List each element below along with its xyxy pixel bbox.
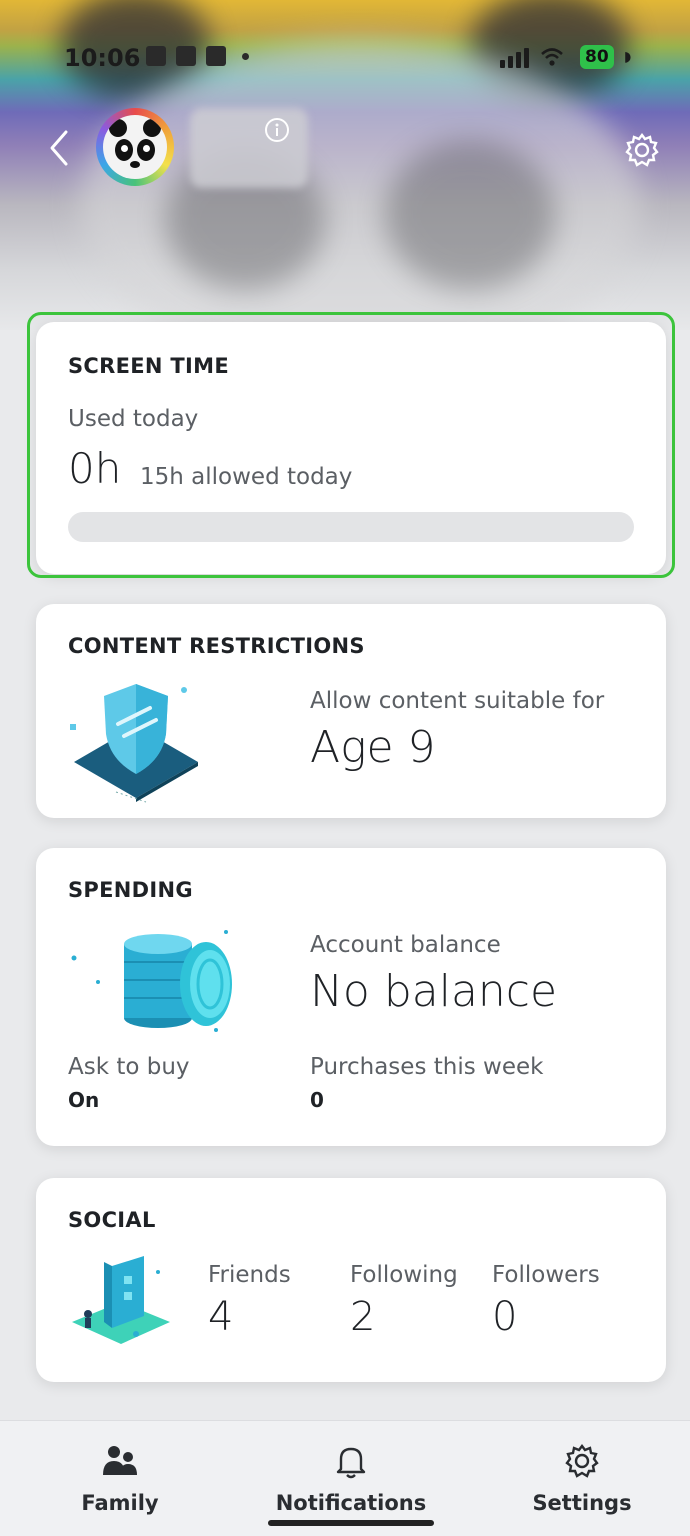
nav-item-notifications[interactable]: Notifications xyxy=(270,1441,432,1515)
more-dot-icon xyxy=(242,52,249,60)
family-icon xyxy=(103,1446,137,1475)
purchases-week-label: Purchases this week xyxy=(310,1054,544,1080)
account-balance-label: Account balance xyxy=(310,932,501,958)
coins-illustration xyxy=(71,930,232,1032)
profile-name-redacted xyxy=(190,108,308,188)
signal-icon xyxy=(500,48,529,68)
app-notification-icon xyxy=(176,46,196,66)
nav-label-family: Family xyxy=(81,1491,159,1515)
following-count: 2 xyxy=(350,1294,376,1340)
shield-illustration xyxy=(70,684,198,803)
following-label: Following xyxy=(350,1262,458,1288)
ask-to-buy-value: On xyxy=(68,1088,100,1112)
following-stat[interactable]: Following 2 xyxy=(350,1262,458,1340)
info-button[interactable] xyxy=(264,117,290,143)
nav-item-settings[interactable]: Settings xyxy=(530,1441,634,1515)
app-notification-icon xyxy=(206,46,226,66)
content-suitable-label: Allow content suitable for xyxy=(310,688,605,714)
status-bar: 10:06 80 ◗ xyxy=(0,40,690,80)
content-age-value: Age 9 xyxy=(310,722,436,773)
social-title: SOCIAL xyxy=(68,1208,156,1232)
friends-stat[interactable]: Friends 4 xyxy=(208,1262,291,1340)
battery-saver-icon: ◗ xyxy=(624,49,632,65)
social-illustration xyxy=(72,1256,170,1344)
bell-icon xyxy=(336,1447,366,1479)
linkedin-icon xyxy=(146,46,166,66)
gear-icon xyxy=(565,1444,599,1478)
content-restrictions-card[interactable]: CONTENT RESTRICTIONS Allow content suita… xyxy=(36,604,666,818)
purchases-week-value: 0 xyxy=(310,1088,324,1112)
followers-label: Followers xyxy=(492,1262,600,1288)
screen-time-progress-bar xyxy=(68,512,634,542)
spending-title: SPENDING xyxy=(68,878,193,902)
avatar[interactable] xyxy=(96,108,174,186)
chevron-left-icon xyxy=(50,130,68,166)
nav-label-notifications: Notifications xyxy=(275,1491,427,1515)
nav-label-settings: Settings xyxy=(532,1491,632,1515)
content-restrictions-title: CONTENT RESTRICTIONS xyxy=(68,634,365,658)
wifi-icon xyxy=(540,46,564,74)
info-icon xyxy=(265,118,289,142)
screen-time-title: SCREEN TIME xyxy=(68,354,229,378)
followers-count: 0 xyxy=(492,1294,518,1340)
panda-avatar-image xyxy=(103,115,167,179)
home-indicator[interactable] xyxy=(268,1520,434,1526)
friends-label: Friends xyxy=(208,1262,291,1288)
screen-time-card[interactable]: SCREEN TIME Used today 0h 15h allowed to… xyxy=(36,322,666,574)
status-time: 10:06 xyxy=(64,44,141,72)
bottom-navigation: Family Notifications Settings xyxy=(0,1420,690,1536)
ask-to-buy-label: Ask to buy xyxy=(68,1054,190,1080)
followers-stat[interactable]: Followers 0 xyxy=(492,1262,600,1340)
notification-icons xyxy=(146,46,249,66)
social-card[interactable]: SOCIAL Friends 4 Following 2 Followers 0 xyxy=(36,1178,666,1382)
friends-count: 4 xyxy=(208,1294,234,1340)
nav-item-family[interactable]: Family xyxy=(70,1441,170,1515)
gear-icon xyxy=(625,133,659,167)
spending-card[interactable]: SPENDING Account balance No balance Ask … xyxy=(36,848,666,1146)
allowed-today-text: 15h allowed today xyxy=(140,464,353,490)
battery-indicator: 80 xyxy=(580,45,614,69)
account-balance-value: No balance xyxy=(310,966,558,1017)
settings-button[interactable] xyxy=(622,130,662,170)
back-button[interactable] xyxy=(44,128,76,168)
used-today-value: 0h xyxy=(68,444,122,493)
used-today-label: Used today xyxy=(68,406,199,432)
